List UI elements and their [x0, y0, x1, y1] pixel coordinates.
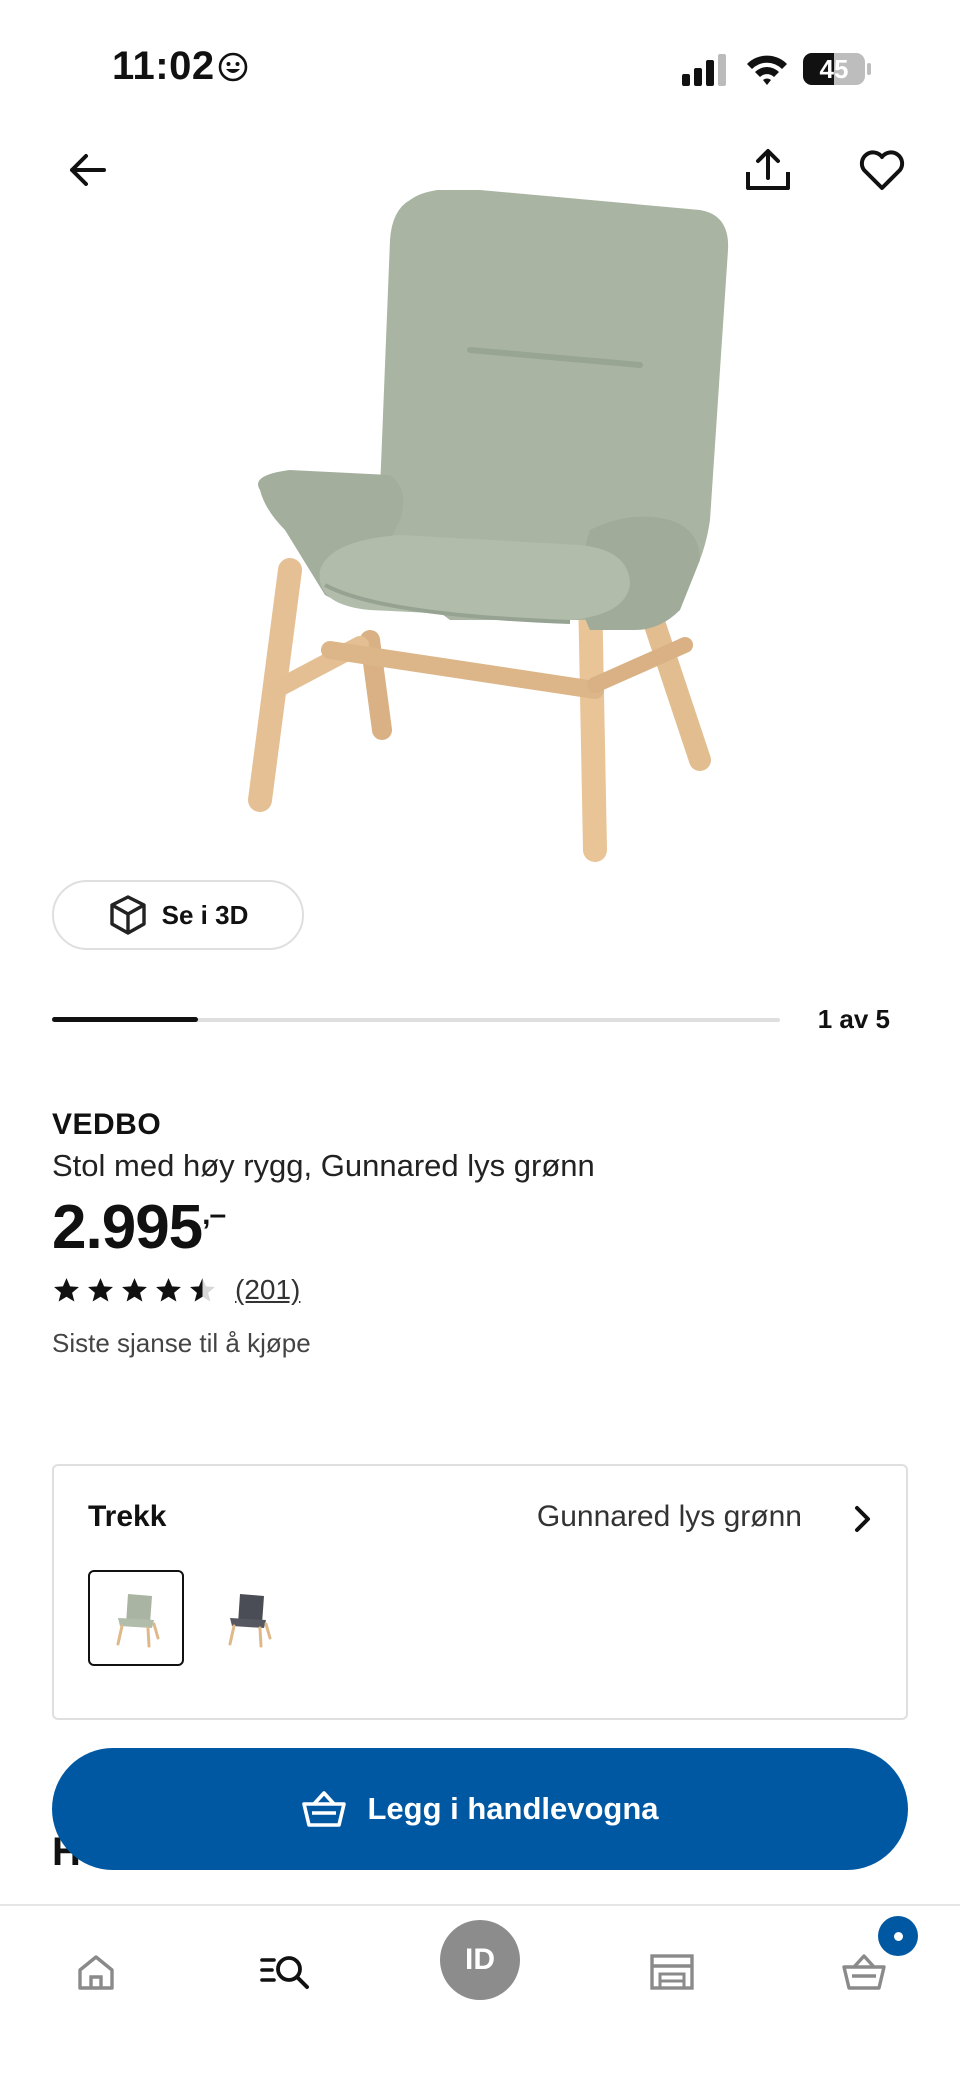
tab-home[interactable]	[56, 1932, 136, 2012]
cellular-signal-icon	[682, 54, 726, 86]
cart-badge	[878, 1916, 918, 1956]
cover-label: Trekk	[88, 1500, 167, 1533]
price-suffix: ,–	[202, 1198, 226, 1231]
availability-notice: Siste sjanse til å kjøpe	[52, 1328, 311, 1358]
tab-stores[interactable]	[632, 1932, 712, 2012]
heart-icon[interactable]	[852, 140, 912, 200]
status-time: 11:02	[112, 44, 215, 88]
view-3d-label: Se i 3D	[161, 899, 249, 930]
rating-stars	[52, 1276, 217, 1304]
tab-ikea-family-id[interactable]: ID	[440, 1920, 520, 2000]
back-arrow-icon[interactable]	[58, 140, 118, 200]
product-image[interactable]	[230, 190, 750, 870]
cart-badge-dot	[893, 1931, 903, 1941]
star-icon	[190, 1278, 215, 1302]
view-3d-button[interactable]: Se i 3D	[52, 880, 304, 950]
product-rating[interactable]: (201)	[52, 1274, 300, 1306]
star-icon	[88, 1278, 113, 1302]
search-list-icon	[260, 1956, 309, 1989]
cover-selector-card[interactable]: Trekk Gunnared lys grønn	[52, 1464, 908, 1720]
star-icon	[54, 1278, 79, 1302]
chair-thumbnail-grey	[228, 1594, 272, 1648]
bottom-tab-bar: ID	[0, 1904, 960, 2088]
cart-icon	[842, 1954, 886, 1990]
price-value: 2.995	[52, 1193, 203, 1262]
tab-search[interactable]	[246, 1932, 326, 2012]
gallery-progress-fill	[52, 1017, 198, 1022]
product-description: Stol med høy rygg, Gunnared lys grønn	[52, 1148, 595, 1183]
product-price: 2.995 ,–	[52, 1192, 226, 1263]
id-avatar: ID	[465, 1943, 495, 1976]
home-icon	[78, 1955, 114, 1990]
store-icon	[650, 1954, 694, 1990]
basket-icon	[302, 1791, 347, 1827]
cover-option-dark-grey[interactable]	[200, 1570, 296, 1666]
cover-selected-value: Gunnared lys grønn	[536, 1500, 802, 1533]
battery-level: 45	[819, 54, 849, 84]
star-icon	[122, 1278, 147, 1302]
review-count-link[interactable]: (201)	[235, 1274, 300, 1306]
battery-indicator: 45	[802, 52, 872, 86]
chevron-right-icon[interactable]	[848, 1502, 876, 1536]
smiley-icon	[218, 52, 248, 82]
gallery-position: 1 av 5	[817, 1004, 890, 1034]
add-to-cart-button[interactable]: Legg i handlevogna	[52, 1748, 908, 1870]
gallery-progress-bar	[52, 1017, 780, 1022]
wifi-icon	[747, 55, 787, 85]
cube-3d-icon	[109, 895, 146, 935]
chair-thumbnail-green	[116, 1594, 160, 1648]
product-name: VEDBO	[52, 1108, 162, 1141]
cover-option-light-green[interactable]	[88, 1570, 184, 1666]
add-to-cart-label: Legg i handlevogna	[367, 1791, 659, 1826]
star-icon	[156, 1278, 181, 1302]
